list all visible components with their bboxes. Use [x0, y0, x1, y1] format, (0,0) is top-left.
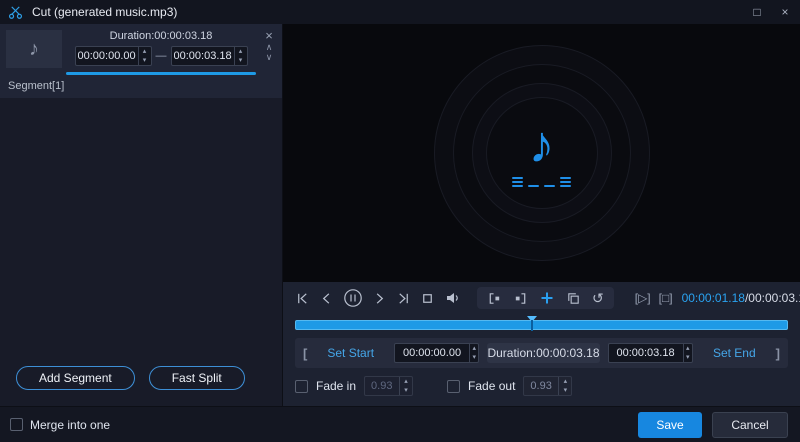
stop-icon[interactable]: [420, 291, 435, 306]
spin-down-button[interactable]: ▾: [470, 353, 478, 362]
spin-down-button[interactable]: ▾: [400, 386, 412, 395]
merge-into-one-checkbox[interactable]: [10, 418, 23, 431]
go-start-icon[interactable]: [295, 291, 310, 306]
spin-down-button[interactable]: ▾: [684, 353, 692, 362]
vinyl-disc: ♪: [434, 45, 650, 261]
timeline: [283, 314, 800, 336]
timeline-track[interactable]: [295, 320, 788, 330]
right-bracket: ]: [776, 346, 780, 361]
trim-duration-label: Duration:00:00:03.18: [487, 343, 599, 363]
scissors-icon: [8, 4, 24, 20]
stop-segment-icon[interactable]: [□]: [659, 291, 673, 305]
current-time: 00:00:01.18: [682, 291, 745, 305]
trim-start-spinner: ▴ ▾: [469, 344, 478, 362]
volume-icon[interactable]: [444, 290, 460, 306]
prev-frame-icon[interactable]: [319, 291, 334, 306]
fade-out-field: ▴ ▾: [523, 376, 572, 396]
set-start-button[interactable]: Set Start: [315, 346, 386, 360]
spin-up-button[interactable]: ▴: [684, 344, 692, 353]
segment-end-field: ▴ ▾: [171, 46, 248, 66]
cut-dialog: Cut (generated music.mp3) □ × ♪ Duration…: [0, 0, 800, 442]
spin-down-button[interactable]: ▾: [559, 386, 571, 395]
trim-start-field: ▴ ▾: [394, 343, 479, 363]
thumbnail-note-icon: ♪: [29, 38, 39, 61]
trim-controls-row: [ Set Start ▴ ▾ Duration:00:00:03.18 ▴ ▾: [295, 338, 788, 368]
close-icon[interactable]: ×: [778, 5, 792, 19]
left-bracket: [: [303, 346, 307, 361]
fade-in-label: Fade in: [316, 379, 356, 393]
fade-out-input[interactable]: [524, 377, 558, 395]
pause-button-icon[interactable]: [343, 288, 363, 308]
next-frame-icon[interactable]: [372, 291, 387, 306]
segment-move-down-icon[interactable]: ∨: [266, 53, 273, 62]
add-split-icon[interactable]: [539, 290, 555, 306]
total-time: /00:00:03.18: [745, 291, 800, 305]
segment-start-spinner: ▴ ▾: [138, 47, 151, 65]
fade-in-input[interactable]: [365, 377, 399, 395]
split-end-icon[interactable]: [513, 291, 528, 306]
trim-start-input[interactable]: [395, 344, 469, 362]
main-area: ♪ Duration:00:00:03.18 ▴ ▾: [0, 24, 800, 406]
transport-bar: ↺ [▷] [□] 00:00:01.18/00:00:03.18: [283, 282, 800, 314]
segment-duration-label: Duration:00:00:03.18: [66, 30, 256, 42]
fade-in-checkbox[interactable]: [295, 380, 308, 393]
edit-tools-group: ↺: [477, 287, 614, 309]
segment-item[interactable]: ♪ Duration:00:00:03.18 ▴ ▾: [0, 24, 282, 98]
merge-into-one-label: Merge into one: [30, 418, 110, 432]
segment-panel: ♪ Duration:00:00:03.18 ▴ ▾: [0, 24, 283, 406]
save-button[interactable]: Save: [638, 412, 702, 438]
segment-end-input[interactable]: [172, 47, 234, 65]
play-segment-icon[interactable]: [▷]: [635, 291, 651, 305]
equalizer-icon: [512, 173, 571, 187]
fade-out-spinner: ▴ ▾: [558, 377, 571, 395]
add-segment-button[interactable]: Add Segment: [16, 366, 135, 390]
preview-area: ♪: [283, 24, 800, 282]
segment-start-input[interactable]: [76, 47, 138, 65]
trim-end-field: ▴ ▾: [608, 343, 693, 363]
set-end-button[interactable]: Set End: [701, 346, 768, 360]
spin-up-button[interactable]: ▴: [400, 377, 412, 386]
fade-controls-row: Fade in ▴ ▾ Fade out ▴ ▾: [295, 372, 788, 400]
fade-in-spinner: ▴ ▾: [399, 377, 412, 395]
copy-segment-icon[interactable]: [566, 291, 581, 306]
reset-icon[interactable]: ↺: [592, 291, 604, 305]
trim-end-spinner: ▴ ▾: [683, 344, 692, 362]
spin-up-button[interactable]: ▴: [559, 377, 571, 386]
go-end-icon[interactable]: [396, 291, 411, 306]
split-start-icon[interactable]: [487, 291, 502, 306]
trim-end-input[interactable]: [609, 344, 683, 362]
music-note-icon: ♪: [529, 119, 555, 171]
fast-split-button[interactable]: Fast Split: [149, 366, 245, 390]
fade-out-checkbox[interactable]: [447, 380, 460, 393]
footer-bar: Merge into one Save Cancel: [0, 406, 800, 442]
time-display: 00:00:01.18/00:00:03.18: [682, 291, 800, 305]
range-separator: —: [156, 50, 167, 62]
spin-up-button[interactable]: ▴: [139, 47, 151, 56]
spin-down-button[interactable]: ▾: [235, 56, 247, 65]
window-title: Cut (generated music.mp3): [32, 5, 177, 19]
fade-out-label: Fade out: [468, 379, 515, 393]
preview-panel: ♪: [283, 24, 800, 406]
spin-up-button[interactable]: ▴: [235, 47, 247, 56]
segment-name-label: Segment[1]: [6, 75, 278, 94]
maximize-icon[interactable]: □: [750, 5, 764, 19]
spin-down-button[interactable]: ▾: [139, 56, 151, 65]
segment-progress-bar: [66, 72, 256, 75]
segment-move-up-icon[interactable]: ∧: [266, 43, 273, 52]
segment-close-icon[interactable]: ×: [265, 30, 273, 42]
spin-up-button[interactable]: ▴: [470, 344, 478, 353]
segment-thumbnail: ♪: [6, 30, 62, 68]
segment-end-spinner: ▴ ▾: [234, 47, 247, 65]
fade-in-field: ▴ ▾: [364, 376, 413, 396]
segment-list-empty-area: [0, 98, 282, 366]
titlebar: Cut (generated music.mp3) □ ×: [0, 0, 800, 24]
cancel-button[interactable]: Cancel: [712, 412, 788, 438]
segment-start-field: ▴ ▾: [75, 46, 152, 66]
